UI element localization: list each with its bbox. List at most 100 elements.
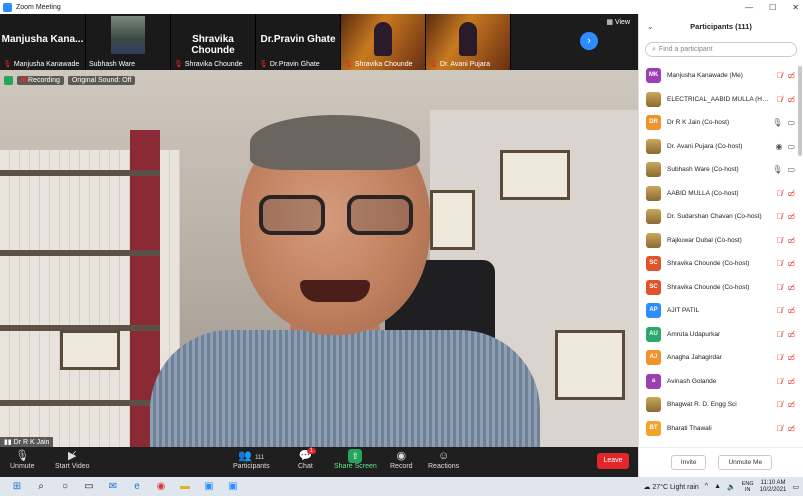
participant-name: Rajkuwar Dubal (Co-host)	[667, 236, 742, 244]
original-sound-toggle[interactable]: Original Sound: Off	[67, 76, 136, 85]
video-off-icon[interactable]: ▭̸	[787, 189, 795, 198]
volume-icon[interactable]: 🔈	[727, 483, 736, 491]
participant-row[interactable]: AABID MULLA (Co-host) 🎙̸ ▭̸	[639, 182, 797, 206]
unmute-button[interactable]: 🎙 Unmute	[10, 449, 35, 470]
shield-icon[interactable]	[4, 76, 13, 85]
mic-off-icon[interactable]: 🎙̸	[776, 189, 782, 198]
tray-arrow-icon[interactable]: ^	[705, 483, 708, 490]
view-button[interactable]: ▦ View	[606, 18, 630, 26]
mic-off-icon[interactable]: 🎙̸	[776, 306, 782, 315]
mic-on-icon[interactable]: 🎙	[772, 118, 782, 127]
unmute-me-button[interactable]: Unmute Me	[718, 455, 773, 470]
gallery-tile[interactable]: Dr.Pravin Ghate 🎙 Dr.Pravin Ghate	[256, 14, 341, 70]
participant-row[interactable]: ELECTRICAL_AABID MULLA (Host) 🎙̸ ▭̸	[639, 88, 797, 112]
windows-start-icon[interactable]: ⊞	[10, 480, 24, 494]
participant-row[interactable]: Subhash Ware (Co-host) 🎙 ▭	[639, 158, 797, 182]
mic-off-icon[interactable]: 🎙̸	[776, 400, 782, 409]
recording-icon[interactable]: ◉	[775, 142, 782, 151]
language-indicator[interactable]: ENG IN	[742, 481, 754, 493]
mic-off-icon[interactable]: 🎙̸	[776, 259, 782, 268]
leave-button[interactable]: Leave	[597, 453, 629, 469]
video-on-icon[interactable]: ▭	[787, 142, 795, 151]
search-icon[interactable]: ⌕	[34, 480, 48, 494]
video-off-icon[interactable]: ▭̸	[787, 283, 795, 292]
maximize-icon[interactable]: ☐	[769, 3, 776, 12]
video-off-icon[interactable]: ▭̸	[787, 236, 795, 245]
participant-row[interactable]: MK Manjusha Kanawade (Me) 🎙̸ ▭̸	[639, 64, 797, 88]
participant-row[interactable]: DR Dr R K Jain (Co-host) 🎙 ▭	[639, 111, 797, 135]
video-off-icon[interactable]: ▭̸	[787, 330, 795, 339]
invite-button[interactable]: Invite	[670, 455, 707, 470]
participant-row[interactable]: AU Amruta Udapurkar 🎙̸ ▭̸	[639, 323, 797, 347]
avatar: SC	[646, 256, 661, 272]
mic-off-icon[interactable]: 🎙̸	[776, 71, 782, 80]
cortana-icon[interactable]: ○	[58, 480, 72, 494]
participants-button[interactable]: 👥 111 Participants	[233, 449, 270, 470]
avatar	[646, 91, 661, 107]
gallery-tile[interactable]: 🎙 Dr. Avani Pujara	[426, 14, 511, 70]
share-screen-button[interactable]: ⇧ Share Screen	[334, 449, 377, 470]
mic-off-icon[interactable]: 🎙̸	[776, 424, 782, 433]
participant-row[interactable]: SC Shravika Chounde (Co-host) 🎙̸ ▭̸	[639, 252, 797, 276]
video-off-icon[interactable]: ▭̸	[787, 71, 795, 80]
tile-label: 🎙 Shravika Chounde	[174, 60, 243, 69]
recording-indicator[interactable]: Recording	[17, 76, 64, 85]
mic-off-icon[interactable]: 🎙̸	[776, 212, 782, 221]
participant-row[interactable]: AJ Anagha Jahagirdar 🎙̸ ▭̸	[639, 346, 797, 370]
gallery-tile[interactable]: 🎙 Shravika Chounde	[341, 14, 426, 70]
mic-off-icon[interactable]: 🎙̸	[776, 330, 782, 339]
gallery-strip: Manjusha Kana... 🎙 Manjusha Kanawade Subh…	[0, 14, 638, 70]
video-off-icon[interactable]: ▭̸	[787, 95, 795, 104]
video-on-icon[interactable]: ▭	[787, 165, 795, 174]
participant-row[interactable]: SC Shravika Chounde (Co-host) 🎙̸ ▭̸	[639, 276, 797, 300]
mail-icon[interactable]: ✉	[106, 480, 120, 494]
participant-row[interactable]: Dr. Sudarshan Chavan (Co-host) 🎙̸ ▭̸	[639, 205, 797, 229]
video-off-icon[interactable]: ▭̸	[787, 424, 795, 433]
participant-row[interactable]: Rajkuwar Dubal (Co-host) 🎙̸ ▭̸	[639, 229, 797, 253]
video-off-icon[interactable]: ▭̸	[787, 212, 795, 221]
participant-row[interactable]: AP AJIT PATIL 🎙̸ ▭̸	[639, 299, 797, 323]
window-title: Zoom Meeting	[16, 3, 61, 11]
video-on-icon[interactable]: ▭	[787, 118, 795, 127]
gallery-tile[interactable]: Subhash Ware	[86, 14, 171, 70]
network-icon[interactable]: ▲	[714, 483, 721, 490]
video-off-icon[interactable]: ▭̸	[787, 306, 795, 315]
task-view-icon[interactable]: ▭	[82, 480, 96, 494]
participant-row[interactable]: a Avinash Golande 🎙̸ ▭̸	[639, 370, 797, 394]
mic-off-icon[interactable]: 🎙̸	[776, 236, 782, 245]
participant-name: Bhagwat R. D. Engg Sci	[667, 401, 737, 409]
scrollbar[interactable]	[798, 66, 802, 156]
zoom-meeting-icon[interactable]: ▣	[226, 480, 240, 494]
start-video-button[interactable]: ▶̸ Start Video	[55, 449, 90, 470]
gallery-tile[interactable]: Shravika Chounde 🎙 Shravika Chounde	[171, 14, 256, 70]
mic-off-icon[interactable]: 🎙̸	[776, 353, 782, 362]
edge-icon[interactable]: e	[130, 480, 144, 494]
gallery-tile[interactable]: Manjusha Kana... 🎙 Manjusha Kanawade	[0, 14, 86, 70]
mic-off-icon[interactable]: 🎙̸	[776, 283, 782, 292]
record-button[interactable]: ◉ Record	[390, 449, 413, 470]
next-page-arrow-icon[interactable]: ›	[580, 32, 598, 50]
reactions-button[interactable]: ☺ Reactions	[428, 449, 459, 470]
participant-search-input[interactable]: ⌕ Find a participant	[645, 42, 797, 57]
mic-off-icon[interactable]: 🎙̸	[776, 95, 782, 104]
clock[interactable]: 11:10 AM 10/2/2021	[760, 480, 787, 494]
notifications-icon[interactable]: ▭	[792, 483, 799, 491]
tile-label: 🎙 Dr. Avani Pujara	[429, 60, 490, 69]
participant-row[interactable]: Dr. Avani Pujara (Co-host) ◉ ▭	[639, 135, 797, 159]
video-off-icon[interactable]: ▭̸	[787, 353, 795, 362]
zoom-app-icon[interactable]: ▣	[202, 480, 216, 494]
video-off-icon[interactable]: ▭̸	[787, 259, 795, 268]
mic-off-icon[interactable]: 🎙̸	[776, 377, 782, 386]
participant-row[interactable]: Bhagwat R. D. Engg Sci 🎙̸ ▭̸	[639, 393, 797, 417]
tile-display-name: Dr.Pravin Ghate	[260, 34, 336, 45]
video-off-icon[interactable]: ▭̸	[787, 400, 795, 409]
chrome-icon[interactable]: ◉	[154, 480, 168, 494]
video-off-icon[interactable]: ▭̸	[787, 377, 795, 386]
close-icon[interactable]: ✕	[792, 3, 799, 12]
file-explorer-icon[interactable]: ▬	[178, 480, 192, 494]
weather-widget[interactable]: ☁ 27°C Light rain	[643, 483, 698, 491]
mic-on-icon[interactable]: 🎙	[772, 165, 782, 174]
minimize-icon[interactable]: —	[745, 3, 753, 12]
chat-button[interactable]: 💬 1 Chat	[298, 448, 316, 470]
participant-row[interactable]: BT Bharati Thawali 🎙̸ ▭̸	[639, 417, 797, 441]
